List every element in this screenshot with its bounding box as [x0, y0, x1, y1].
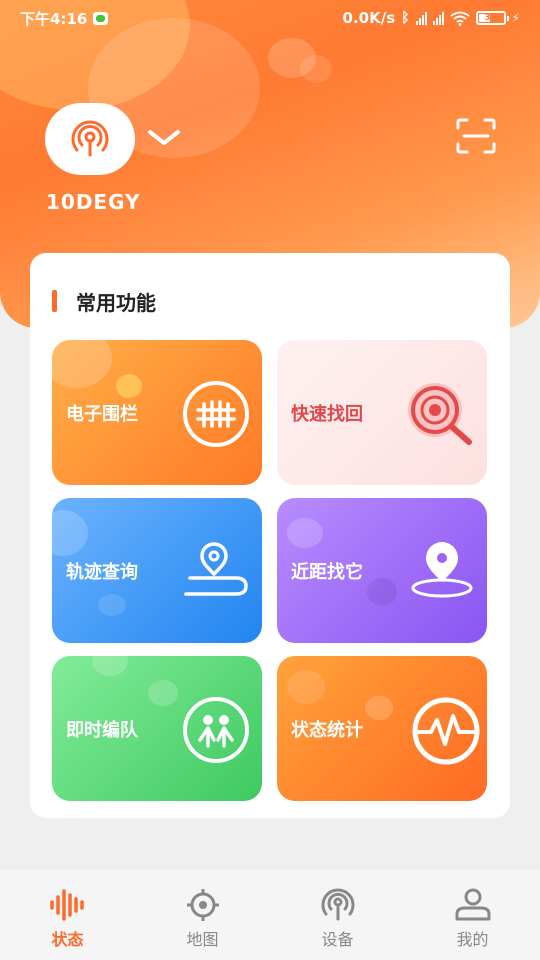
bottom-nav: 状态 地图 设备 我的 [0, 870, 540, 960]
nav-label: 我的 [456, 930, 489, 949]
tile-electronic-fence[interactable]: 电子围栏 [52, 340, 262, 485]
decor-bubble [300, 55, 332, 83]
nav-item-device[interactable]: 设备 [270, 870, 405, 960]
tile-label: 即时编队 [66, 720, 138, 741]
nav-item-mine[interactable]: 我的 [405, 870, 540, 960]
location-pin-icon [411, 542, 473, 598]
group-people-icon [183, 697, 249, 763]
tile-status-stats[interactable]: 状态统计 [277, 656, 487, 801]
status-time: 下午4:16 [20, 9, 88, 28]
chevron-down-icon[interactable] [146, 126, 182, 150]
nav-label: 地图 [186, 930, 219, 949]
bluetooth-icon: ᛒ [401, 10, 410, 26]
nav-label: 设备 [321, 930, 354, 949]
signal-tower-icon [321, 888, 354, 921]
tile-nearby-find[interactable]: 近距找它 [277, 498, 487, 643]
tile-label: 快速找回 [291, 404, 363, 425]
signal-tower-icon [71, 120, 109, 157]
route-pin-icon [184, 542, 248, 596]
fence-icon [183, 381, 249, 447]
tile-track-query[interactable]: 轨迹查询 [52, 498, 262, 643]
charging-icon: ⚡ [511, 11, 520, 25]
nav-label: 状态 [51, 930, 84, 949]
tile-instant-team[interactable]: 即时编队 [52, 656, 262, 801]
common-functions-card: 常用功能 电子围栏 快速找回 轨迹查询 近距找它 即时编队 状态统计 [30, 253, 510, 818]
battery-icon: 39 [475, 11, 509, 25]
net-speed: 0.0K/s [342, 9, 396, 27]
tile-label: 电子围栏 [66, 404, 138, 425]
nav-item-status[interactable]: 状态 [0, 870, 135, 960]
tile-label: 轨迹查询 [66, 562, 138, 583]
pulse-icon [412, 697, 480, 765]
person-icon [455, 888, 490, 921]
device-avatar[interactable] [45, 103, 135, 175]
signal-icon [432, 11, 444, 25]
waveform-icon [49, 889, 84, 921]
tile-label: 近距找它 [291, 562, 363, 583]
nav-item-map[interactable]: 地图 [135, 870, 270, 960]
tile-label: 状态统计 [291, 720, 363, 741]
battery-level: 39 [484, 13, 497, 23]
map-target-icon [186, 889, 219, 921]
tile-quick-recover[interactable]: 快速找回 [277, 340, 487, 485]
device-name: 10DEGY [46, 190, 141, 214]
wifi-icon [449, 11, 470, 26]
status-bar: 下午4:16 0.0K/s ᛒ 39 ⚡ [0, 0, 540, 36]
section-title: 常用功能 [76, 291, 156, 315]
wechat-notification-icon [93, 11, 109, 25]
section-accent-bar [52, 290, 57, 312]
signal-icon [415, 11, 427, 25]
scan-icon[interactable] [454, 116, 498, 156]
search-target-icon [408, 383, 472, 445]
